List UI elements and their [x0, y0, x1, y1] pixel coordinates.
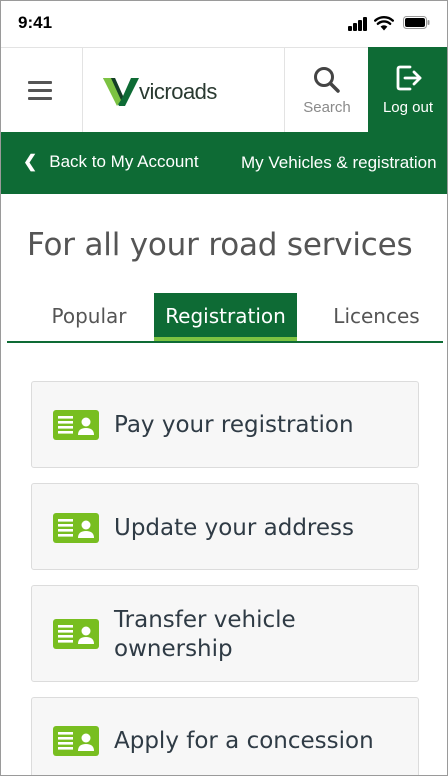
app-header: vicroads Search Log out: [1, 47, 447, 133]
wifi-icon: [374, 16, 394, 31]
tab-registration[interactable]: Registration: [154, 293, 297, 341]
id-card-icon: [53, 726, 99, 756]
card-label: Update your address: [114, 515, 354, 541]
cellular-signal-icon: [348, 17, 368, 31]
menu-button[interactable]: [1, 48, 83, 132]
service-card-pay-registration[interactable]: Pay your registration: [31, 381, 419, 468]
service-card-apply-concession[interactable]: Apply for a concession: [31, 697, 419, 775]
logout-icon: [396, 65, 422, 91]
chevron-left-icon: ❮: [23, 152, 38, 171]
back-link-label: Back to My Account: [49, 152, 199, 171]
card-label-line2: ownership: [114, 636, 233, 662]
tab-popular[interactable]: Popular: [29, 293, 149, 341]
search-label: Search: [303, 99, 351, 116]
card-label: Pay your registration: [114, 412, 354, 438]
id-card-icon: [53, 410, 99, 440]
logout-label: Log out: [382, 99, 434, 116]
search-button[interactable]: Search: [284, 48, 368, 132]
vicroads-logo[interactable]: vicroads: [101, 74, 236, 110]
service-tabs: Popular Registration Licences: [7, 293, 443, 343]
logout-button[interactable]: Log out: [368, 47, 447, 133]
service-card-transfer-ownership[interactable]: Transfer vehicle ownership: [31, 585, 419, 682]
my-vehicles-link[interactable]: My Vehicles & registration: [241, 153, 437, 173]
tab-licences[interactable]: Licences: [319, 293, 434, 341]
card-label: Apply for a concession: [114, 728, 374, 754]
logo-text: vicroads: [139, 79, 217, 104]
page-title: For all your road services: [27, 227, 413, 263]
service-card-update-address[interactable]: Update your address: [31, 483, 419, 570]
battery-icon: [403, 16, 430, 29]
back-to-account-link[interactable]: ❮ Back to My Account: [23, 152, 199, 172]
id-card-icon: [53, 513, 99, 543]
card-label-line1: Transfer vehicle: [114, 607, 296, 633]
status-time: 9:41: [18, 13, 53, 32]
search-icon: [314, 67, 340, 93]
account-subnav: ❮ Back to My Account My Vehicles & regist…: [1, 132, 447, 194]
vicroads-logo-mark-icon: [103, 78, 139, 106]
id-card-icon: [53, 619, 99, 649]
status-bar: 9:41: [1, 1, 447, 47]
phone-screen: 9:41 vicroads Search Log out ❮ Back to M…: [0, 0, 448, 776]
